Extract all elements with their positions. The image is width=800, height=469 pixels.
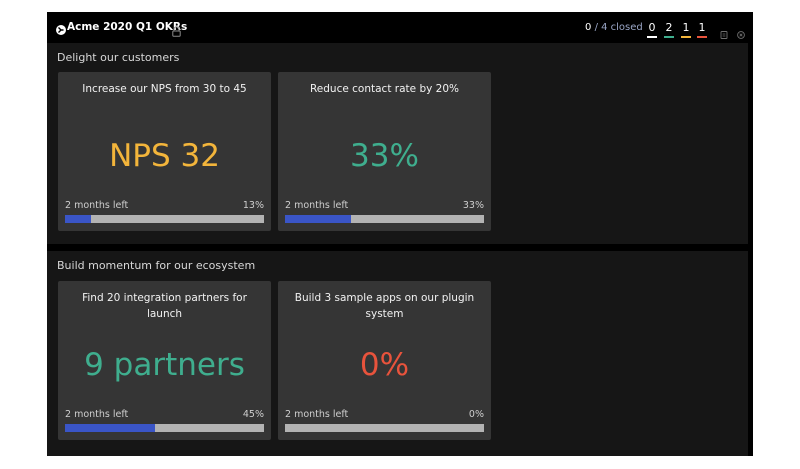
okr-panel: Acme 2020 Q1 OKRs 0 / 4 closed 0 2 1 1 D… — [47, 12, 753, 456]
time-left-label: 2 months left — [285, 200, 349, 211]
closed-counter: 0 / 4 closed — [585, 21, 643, 34]
key-result-metric: 9 partners — [84, 347, 245, 383]
key-result-title: Find 20 integration partners for launch — [82, 292, 247, 320]
progress-bar-fill — [65, 215, 91, 223]
progress-percent-label: 13% — [242, 200, 264, 211]
header-bar: Acme 2020 Q1 OKRs 0 / 4 closed 0 2 1 1 — [47, 12, 753, 43]
stat-underline-at-risk — [681, 36, 691, 38]
lock-icon[interactable] — [172, 22, 181, 37]
key-result-card[interactable]: Increase our NPS from 30 to 45 NPS 32 2 … — [58, 72, 271, 231]
stat-underline-default — [647, 36, 657, 38]
key-result-metric: NPS 32 — [109, 138, 220, 174]
key-result-title: Build 3 sample apps on our plugin system — [294, 292, 475, 320]
progress-bar — [65, 215, 264, 223]
objective-title: Build momentum for our ecosystem — [57, 259, 256, 272]
key-result-title: Reduce contact rate by 20% — [309, 83, 460, 95]
key-result-metric: 0% — [359, 347, 410, 383]
page-title: Acme 2020 Q1 OKRs — [67, 21, 188, 33]
key-result-metric: 33% — [350, 138, 419, 174]
time-left-label: 2 months left — [285, 409, 349, 420]
closed-count: 0 — [585, 22, 592, 33]
progress-percent-label: 0% — [468, 409, 484, 420]
progress-bar-fill — [65, 424, 155, 432]
time-left-label: 2 months left — [65, 409, 129, 420]
key-result-card[interactable]: Find 20 integration partners for launch … — [58, 281, 271, 440]
progress-bar — [65, 424, 264, 432]
app-logo-icon — [55, 21, 67, 35]
key-result-title: Increase our NPS from 30 to 45 — [82, 83, 247, 95]
closed-total: / 4 closed — [594, 22, 643, 33]
objective-section: Delight our customers Increase our NPS f… — [47, 43, 748, 244]
stat-count-default: 0 — [648, 21, 656, 34]
stat-count-off-track: 1 — [698, 21, 706, 34]
progress-bar-fill — [285, 215, 351, 223]
document-icon[interactable] — [720, 24, 728, 39]
objective-section: Build momentum for our ecosystem Find 20… — [47, 251, 748, 456]
time-left-label: 2 months left — [65, 200, 129, 211]
stat-count-at-risk: 1 — [682, 21, 690, 34]
progress-bar — [285, 424, 484, 432]
progress-percent-label: 33% — [462, 200, 484, 211]
key-result-card[interactable]: Build 3 sample apps on our plugin system… — [278, 281, 491, 440]
progress-percent-label: 45% — [242, 409, 264, 420]
objective-title: Delight our customers — [57, 51, 180, 64]
stat-underline-off-track — [697, 36, 707, 38]
progress-bar — [285, 215, 484, 223]
stat-underline-on-track — [664, 36, 674, 38]
key-result-card[interactable]: Reduce contact rate by 20% 33% 2 months … — [278, 72, 491, 231]
stat-count-on-track: 2 — [665, 21, 673, 34]
close-icon[interactable] — [737, 24, 745, 39]
